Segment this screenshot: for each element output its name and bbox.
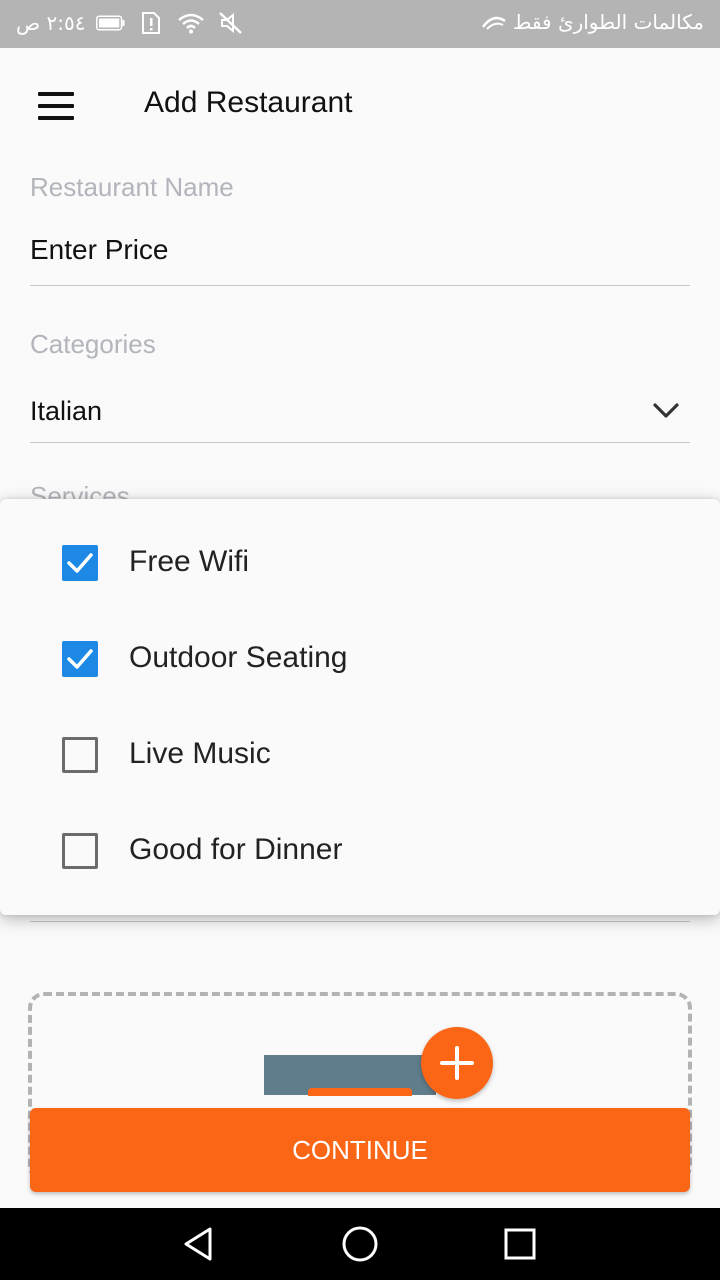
- service-option-live-music[interactable]: Live Music: [0, 707, 720, 803]
- categories-label: Categories: [30, 329, 156, 359]
- continue-button[interactable]: CONTINUE: [30, 1108, 690, 1192]
- battery-icon: [95, 10, 126, 36]
- checkbox-checked[interactable]: [62, 545, 98, 581]
- system-nav-bar: [0, 1208, 720, 1280]
- checkbox-checked[interactable]: [62, 641, 98, 677]
- restaurant-name-label: Restaurant Name: [30, 172, 234, 202]
- restaurant-name-underline: [30, 285, 690, 286]
- recents-icon[interactable]: [500, 1224, 540, 1264]
- app-bar: Add Restaurant: [0, 48, 720, 160]
- carrier-text: مكالمات الطوارئ فقط: [512, 10, 704, 34]
- status-right: مكالمات الطوارئ فقط: [481, 10, 704, 36]
- service-option-good-for-dinner[interactable]: Good for Dinner: [0, 803, 720, 899]
- home-icon[interactable]: [340, 1224, 380, 1264]
- mute-icon: [216, 10, 246, 36]
- service-option-outdoor-seating[interactable]: Outdoor Seating: [0, 611, 720, 707]
- services-popup: Free Wifi Outdoor Seating Live Music Goo…: [0, 499, 720, 915]
- carrier-signal-icon: [481, 12, 507, 36]
- thumbnail-accent: [308, 1088, 412, 1096]
- service-option-label: Live Music: [129, 737, 271, 770]
- checkbox-unchecked[interactable]: [62, 737, 98, 773]
- service-option-label: Free Wifi: [129, 545, 249, 578]
- status-time: ٢:٥٤ ص: [16, 11, 86, 35]
- categories-underline: [30, 442, 690, 443]
- service-option-label: Outdoor Seating: [129, 641, 348, 674]
- chevron-down-icon[interactable]: [650, 396, 682, 426]
- checkmark-icon: [67, 553, 93, 573]
- back-icon[interactable]: [180, 1224, 220, 1264]
- hamburger-menu-icon[interactable]: [36, 92, 76, 120]
- service-option-label: Good for Dinner: [129, 833, 343, 866]
- wifi-icon: [176, 10, 206, 36]
- status-left: ٢:٥٤ ص: [16, 10, 246, 36]
- status-bar: ٢:٥٤ ص مكالمات الطوارئ فقط: [0, 0, 720, 48]
- sim-alert-icon: [136, 10, 166, 36]
- checkmark-icon: [67, 649, 93, 669]
- restaurant-name-input[interactable]: Enter Price: [30, 234, 169, 266]
- checkbox-unchecked[interactable]: [62, 833, 98, 869]
- page-title: Add Restaurant: [144, 86, 353, 119]
- categories-dropdown[interactable]: Italian: [30, 396, 102, 427]
- plus-icon: [440, 1046, 474, 1080]
- service-option-free-wifi[interactable]: Free Wifi: [0, 515, 720, 611]
- add-image-button[interactable]: [421, 1027, 493, 1099]
- services-underline: [30, 921, 690, 922]
